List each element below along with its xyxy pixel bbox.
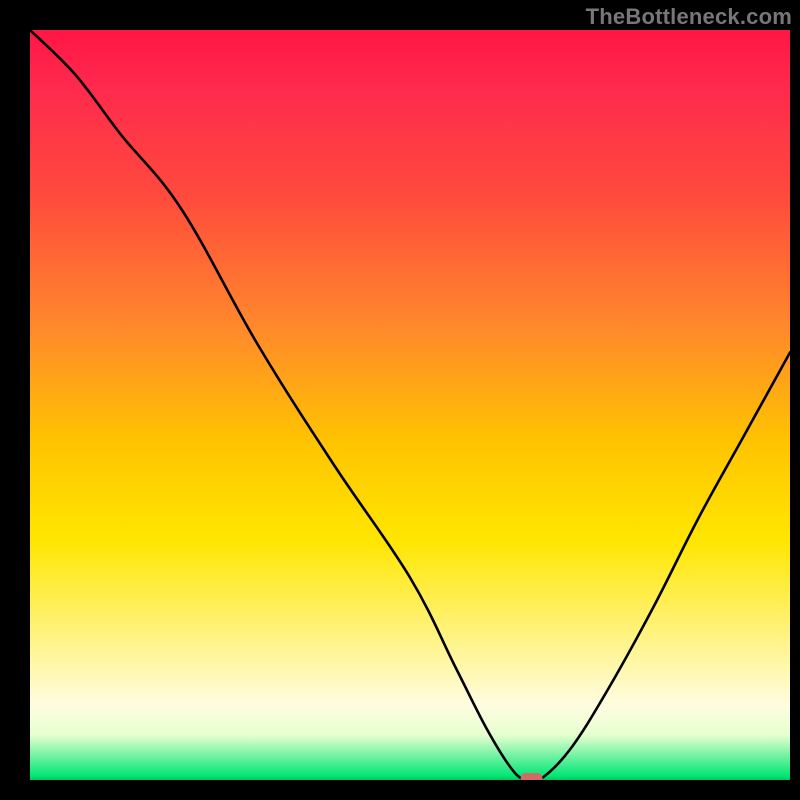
watermark-label: TheBottleneck.com (586, 4, 792, 30)
bottleneck-curve (30, 30, 790, 780)
chart-svg (30, 30, 790, 780)
optimal-marker (521, 773, 543, 780)
chart-frame: TheBottleneck.com (0, 0, 800, 800)
plot-area (30, 30, 790, 780)
